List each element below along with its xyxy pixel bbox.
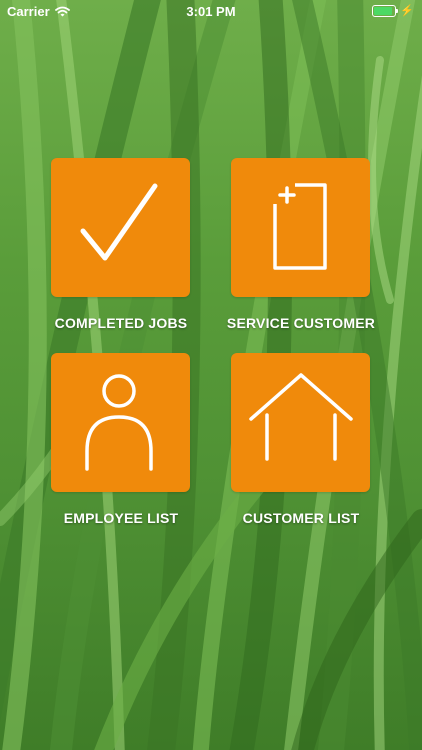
home-screen: Carrier 3:01 PM ⚡ COMPLETED JOBS SERVICE…: [0, 0, 422, 750]
charging-bolt-icon: ⚡: [400, 5, 414, 17]
service-customer-label[interactable]: SERVICE CUSTOMER: [201, 315, 401, 331]
clipboard-add-icon: [273, 183, 327, 270]
service-customer-button[interactable]: [231, 158, 370, 297]
status-right: ⚡: [372, 4, 414, 17]
employee-list-button[interactable]: [51, 353, 190, 492]
battery-level-fill: [374, 6, 393, 15]
completed-jobs-label[interactable]: COMPLETED JOBS: [21, 315, 221, 331]
completed-jobs-button[interactable]: [51, 158, 190, 297]
status-bar: Carrier 3:01 PM ⚡: [0, 0, 422, 22]
checkmark-icon: [80, 183, 158, 261]
status-time: 3:01 PM: [186, 4, 236, 19]
person-icon: [85, 374, 153, 471]
customer-list-label[interactable]: CUSTOMER LIST: [201, 510, 401, 526]
employee-list-label[interactable]: EMPLOYEE LIST: [21, 510, 221, 526]
house-icon: [249, 373, 353, 461]
battery-icon: [372, 4, 399, 17]
customer-list-button[interactable]: [231, 353, 370, 492]
